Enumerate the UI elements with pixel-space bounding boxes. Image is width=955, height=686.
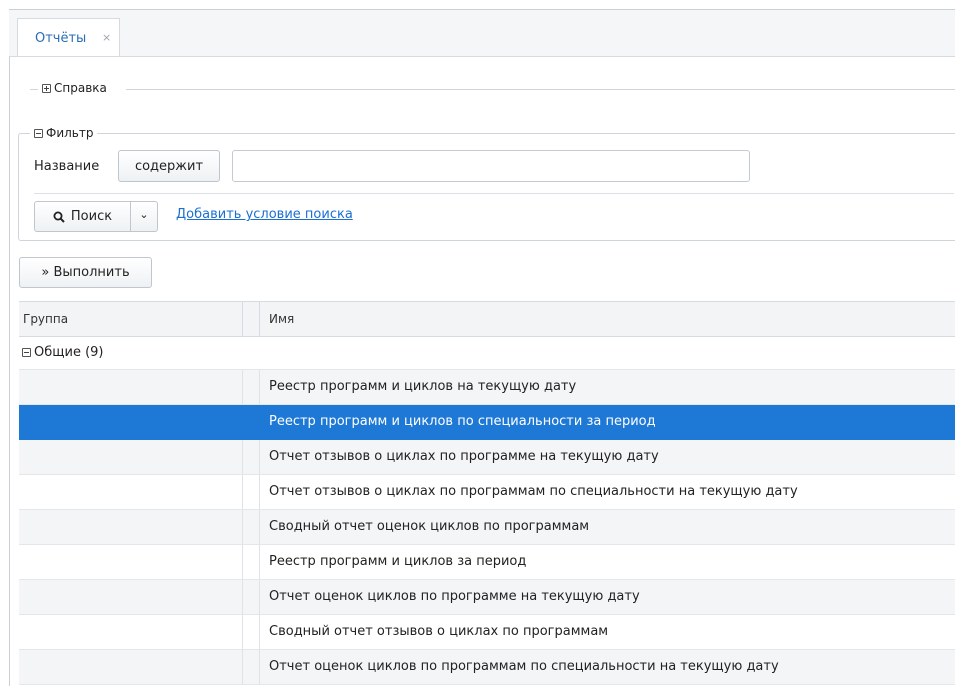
column-header-group[interactable]: Группа [23,302,68,336]
close-icon[interactable]: × [102,31,111,44]
table-row[interactable]: Отчет оценок циклов по программам по спе… [19,650,955,685]
header-divider [242,302,243,336]
name-search-input[interactable] [232,150,750,182]
table-row[interactable]: Реестр программ и циклов за период [19,545,955,580]
column-header-name[interactable]: Имя [269,302,294,336]
group-cell [19,510,242,544]
report-name-cell: Реестр программ и циклов по специальност… [269,414,656,429]
report-name-cell: Отчет оценок циклов по программам по спе… [269,659,779,674]
spacer-cell [242,475,260,509]
add-condition-link[interactable]: Добавить условие поиска [176,207,353,222]
spacer-cell [242,615,260,649]
report-name-cell: Реестр программ и циклов на текущую дату [269,379,577,394]
plus-box-icon [42,83,51,93]
grid-header: Группа Имя [19,301,955,337]
table-row[interactable]: Сводный отчет оценок циклов по программа… [19,510,955,545]
help-section-toggle[interactable]: Справка [38,81,111,95]
group-row[interactable]: Общие (9) [19,337,955,370]
group-cell [19,650,242,684]
execute-button[interactable]: » Выполнить [19,257,152,288]
magnifier-icon [53,211,65,223]
table-row[interactable]: Отчет оценок циклов по программе на теку… [19,580,955,615]
report-name-cell: Отчет отзывов о циклах по программам по … [269,484,798,499]
group-cell [19,615,242,649]
operator-button[interactable]: содержит [118,150,220,182]
spacer-cell [242,405,260,439]
tab-reports[interactable]: Отчёты × [17,18,120,56]
spacer-cell [242,440,260,474]
group-cell [19,370,242,404]
tab-bar [9,10,955,57]
spacer-cell [242,580,260,614]
help-section-line-right [126,89,955,90]
spacer-cell [242,370,260,404]
filter-toggle[interactable]: Фильтр [30,126,98,140]
minus-box-icon [34,128,43,138]
group-cell [19,475,242,509]
group-cell [19,440,242,474]
report-name-cell: Сводный отчет оценок циклов по программа… [269,519,590,534]
help-section-label: Справка [54,81,107,95]
spacer-cell [242,510,260,544]
table-row[interactable]: Отчет отзывов о циклах по программам по … [19,475,955,510]
table-row[interactable]: Реестр программ и циклов по специальност… [19,405,955,440]
chevron-down-icon: ⌄ [139,208,149,221]
group-cell [19,545,242,579]
search-button[interactable]: Поиск [34,201,131,232]
table-row[interactable]: Реестр программ и циклов на текущую дату [19,370,955,405]
report-name-cell: Реестр программ и циклов за период [269,554,527,569]
filter-legend: Фильтр [46,126,94,140]
report-name-cell: Отчет отзывов о циклах по программе на т… [269,449,659,464]
group-cell [19,405,242,439]
group-label: Общие (9) [34,345,104,360]
tab-label: Отчёты [35,31,87,46]
report-name-cell: Сводный отчет отзывов о циклах по програ… [269,624,609,639]
header-divider [259,302,260,336]
spacer-cell [242,650,260,684]
minus-box-icon [22,348,31,357]
search-button-label: Поиск [70,209,113,224]
report-name-cell: Отчет оценок циклов по программе на теку… [269,589,640,604]
search-dropdown-button[interactable]: ⌄ [130,201,158,232]
spacer-cell [242,545,260,579]
name-field-label: Название [34,159,100,174]
group-toggle[interactable]: Общие (9) [22,345,104,360]
group-cell [19,580,242,614]
filter-divider [34,193,954,194]
table-row[interactable]: Сводный отчет отзывов о циклах по програ… [19,615,955,650]
table-row[interactable]: Отчет отзывов о циклах по программе на т… [19,440,955,475]
